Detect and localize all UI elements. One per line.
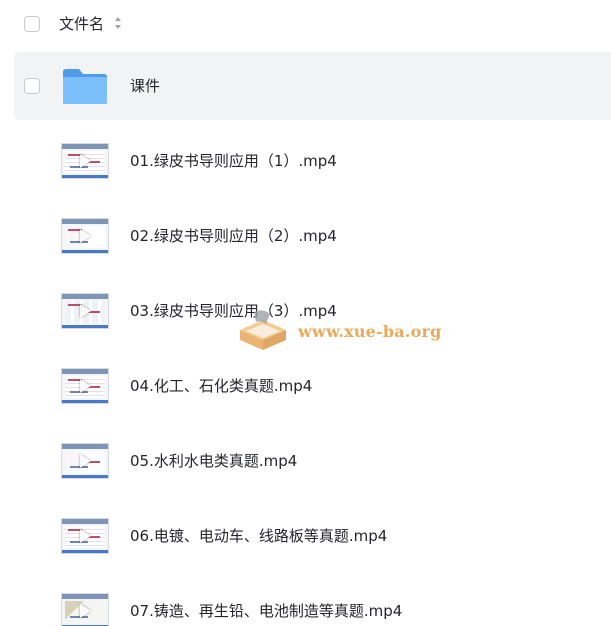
- video-thumbnail: [61, 368, 109, 404]
- file-list-header: 文件名: [0, 0, 611, 48]
- file-list-page: 文件名 课件 01.绿皮书导则应用（1）.mp4 02.绿皮书导则应用（2）.m…: [0, 0, 611, 626]
- book-logo-icon: [240, 310, 286, 350]
- file-name[interactable]: 01.绿皮书导则应用（1）.mp4: [130, 150, 337, 172]
- filename-column-header[interactable]: 文件名: [59, 13, 104, 35]
- file-row[interactable]: 01.绿皮书导则应用（1）.mp4: [14, 127, 611, 195]
- file-name[interactable]: 05.水利水电类真题.mp4: [130, 450, 297, 472]
- play-icon: [80, 454, 91, 468]
- video-thumbnail: [61, 293, 109, 329]
- file-row-folder[interactable]: 课件: [14, 52, 611, 120]
- file-row[interactable]: 04.化工、石化类真题.mp4: [14, 352, 611, 420]
- folder-icon: [63, 69, 107, 104]
- file-row[interactable]: 07.铸造、再生铅、电池制造等真题.mp4: [14, 577, 611, 626]
- file-name[interactable]: 07.铸造、再生铅、电池制造等真题.mp4: [130, 600, 402, 622]
- sort-icon[interactable]: [114, 16, 122, 30]
- play-icon: [80, 154, 91, 168]
- video-thumbnail: [61, 518, 109, 554]
- file-row[interactable]: 05.水利水电类真题.mp4: [14, 427, 611, 495]
- file-name[interactable]: 04.化工、石化类真题.mp4: [130, 375, 312, 397]
- play-icon: [80, 229, 91, 243]
- file-name[interactable]: 课件: [130, 75, 160, 97]
- file-name[interactable]: 02.绿皮书导则应用（2）.mp4: [130, 225, 337, 247]
- play-icon: [80, 379, 91, 393]
- video-thumbnail: [61, 143, 109, 179]
- video-thumbnail: [61, 218, 109, 254]
- watermark: www.xue-ba.org: [236, 306, 441, 358]
- video-thumbnail: [61, 443, 109, 479]
- row-checkbox[interactable]: [24, 78, 40, 94]
- select-all-checkbox[interactable]: [24, 16, 40, 32]
- play-icon: [80, 304, 91, 318]
- play-icon: [80, 529, 91, 543]
- file-row[interactable]: 02.绿皮书导则应用（2）.mp4: [14, 202, 611, 270]
- file-row[interactable]: 06.电镀、电动车、线路板等真题.mp4: [14, 502, 611, 570]
- video-thumbnail: [61, 593, 109, 626]
- file-name[interactable]: 06.电镀、电动车、线路板等真题.mp4: [130, 525, 387, 547]
- watermark-text: www.xue-ba.org: [298, 322, 442, 341]
- play-icon: [80, 604, 91, 618]
